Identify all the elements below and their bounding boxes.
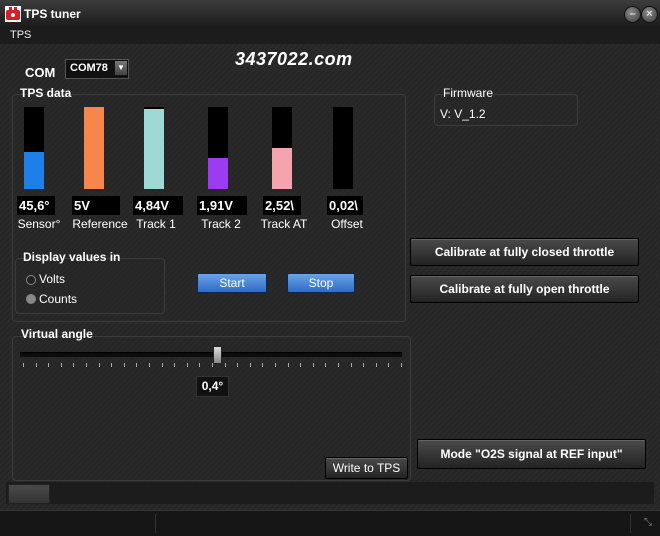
com-port-select[interactable]: COM78 ▼ — [65, 59, 129, 79]
track1-bar — [144, 107, 164, 189]
track-at-bar-fill — [272, 148, 292, 189]
slider-tick — [388, 363, 390, 367]
slider-tick — [136, 363, 138, 367]
start-button[interactable]: Start — [197, 273, 267, 293]
slider-tick — [350, 363, 352, 367]
mode-o2s-button[interactable]: Mode "O2S signal at REF input" — [417, 439, 646, 469]
slider-tick — [35, 363, 37, 367]
counts-label[interactable]: Counts — [39, 292, 77, 306]
reference-value: 5V — [72, 196, 120, 215]
counts-radio[interactable] — [26, 294, 36, 304]
virtual-angle-slider-track[interactable] — [20, 352, 402, 357]
offset-value: 0,02\ — [327, 196, 363, 215]
slider-tick — [199, 363, 201, 367]
slider-tick — [161, 363, 163, 367]
slider-tick — [149, 363, 150, 367]
slider-tick — [363, 363, 365, 367]
menu-bar: TPS — [0, 28, 660, 44]
track1-bar-fill — [144, 109, 164, 189]
virtual-angle-title: Virtual angle — [21, 327, 93, 341]
reference-label: Reference — [72, 217, 128, 231]
minimize-button[interactable]: – — [624, 6, 641, 23]
slider-tick — [338, 363, 339, 367]
display-values-title: Display values in — [23, 250, 121, 264]
slider-tick — [224, 363, 226, 367]
slider-tick — [325, 363, 327, 367]
horizontal-scroll-area — [6, 482, 654, 504]
virtual-angle-slider-thumb[interactable] — [213, 346, 222, 364]
calibrate-open-button[interactable]: Calibrate at fully open throttle — [410, 275, 639, 303]
virtual-angle-value: 0,4° — [196, 376, 229, 397]
slider-tick — [275, 363, 276, 367]
sensor-bar-fill — [24, 152, 44, 189]
close-button[interactable]: × — [641, 6, 658, 23]
calibrate-closed-button[interactable]: Calibrate at fully closed throttle — [410, 238, 639, 266]
app-window: TPS tuner – × TPS 3437022.com COM COM78 … — [0, 0, 660, 536]
firmware-title: Firmware — [443, 86, 493, 100]
slider-tick — [23, 363, 24, 367]
menu-item-tps[interactable]: TPS — [10, 29, 31, 41]
track1-label: Track 1 — [136, 217, 176, 231]
track2-value: 1,91V — [197, 196, 247, 215]
slider-tick — [262, 363, 264, 367]
com-label: COM — [25, 65, 56, 80]
chevron-down-icon[interactable]: ▼ — [115, 61, 127, 75]
track1-value: 4,84V — [133, 196, 183, 215]
minimize-icon: – — [629, 8, 636, 20]
offset-bar — [333, 107, 353, 189]
slider-tick — [401, 363, 402, 367]
slider-tick — [375, 363, 377, 367]
sensor-label: Sensor° — [17, 217, 61, 231]
slider-tick — [237, 363, 239, 367]
title-bar[interactable]: TPS tuner – × — [0, 0, 660, 29]
status-divider — [630, 514, 631, 533]
tps-data-title: TPS data — [20, 86, 72, 100]
window-title: TPS tuner — [24, 7, 81, 21]
firmware-version: V: V_1.2 — [440, 107, 486, 121]
slider-tick — [249, 363, 251, 367]
offset-label: Offset — [331, 217, 363, 231]
slider-tick — [73, 363, 75, 367]
scroll-thumb[interactable] — [8, 484, 50, 504]
status-divider — [155, 514, 156, 533]
app-logo-icon — [5, 6, 21, 22]
slider-tick — [300, 363, 302, 367]
volts-radio[interactable] — [26, 275, 36, 285]
slider-tick — [86, 363, 87, 367]
close-icon: × — [646, 8, 653, 20]
track-at-label: Track AT — [260, 217, 308, 231]
status-bar: ⤡ — [0, 510, 660, 536]
resize-grip-icon[interactable]: ⤡ — [644, 517, 652, 528]
volts-label[interactable]: Volts — [39, 272, 65, 286]
slider-tick — [48, 363, 50, 367]
display-values-group — [15, 258, 165, 314]
reference-bar — [84, 107, 104, 189]
track2-label: Track 2 — [201, 217, 241, 231]
track2-bar-fill — [208, 158, 228, 189]
slider-tick — [312, 363, 314, 367]
slider-tick — [111, 363, 113, 367]
sensor-value: 45,6° — [17, 196, 55, 215]
slider-tick — [123, 363, 125, 367]
com-port-value: COM78 — [70, 62, 108, 74]
write-to-tps-button[interactable]: Write to TPS — [325, 457, 408, 479]
slider-tick — [212, 363, 213, 367]
slider-tick — [186, 363, 188, 367]
track2-bar — [208, 107, 228, 189]
slider-tick — [60, 363, 62, 367]
track-at-bar — [272, 107, 292, 189]
stop-button[interactable]: Stop — [287, 273, 355, 293]
slider-tick — [287, 363, 289, 367]
slider-tick — [174, 363, 176, 367]
track-at-value: 2,52\ — [263, 196, 301, 215]
sensor-bar — [24, 107, 44, 189]
watermark-text: 3437022.com — [235, 49, 353, 69]
reference-bar-fill — [84, 107, 104, 189]
slider-tick — [98, 363, 100, 367]
